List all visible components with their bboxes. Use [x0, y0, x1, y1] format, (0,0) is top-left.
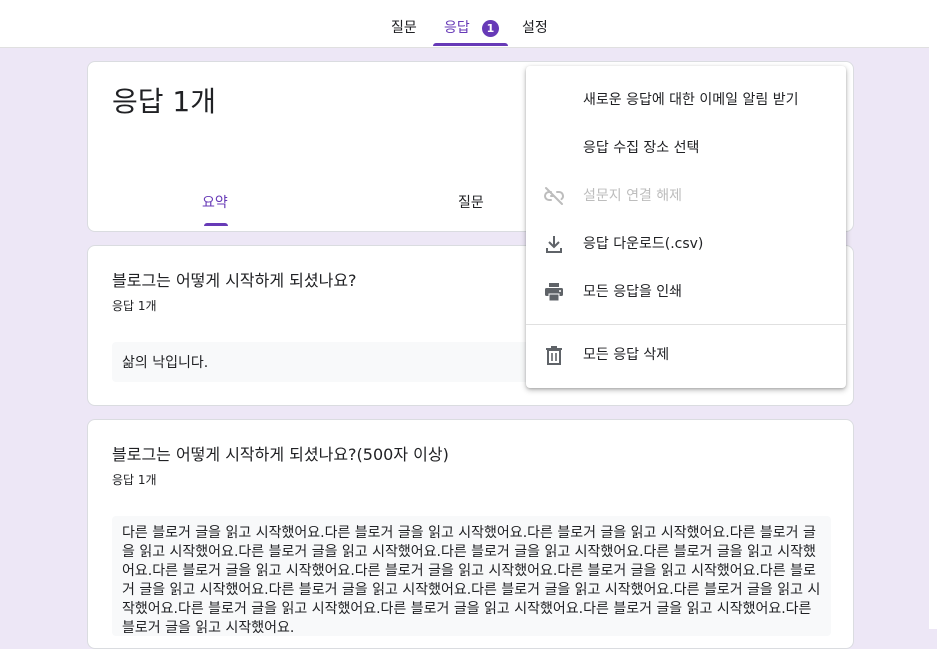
scrollbar-track[interactable] [929, 0, 937, 629]
tab-questions[interactable]: 질문 [391, 0, 417, 47]
menu-item-label: 설문지 연결 해제 [583, 188, 683, 204]
question-title: 블로그는 어떻게 시작하게 되셨나요? [112, 271, 357, 290]
tab-settings[interactable]: 설정 [522, 0, 548, 47]
question-response-count: 응답 1개 [112, 473, 157, 487]
menu-item-select-destination[interactable]: 응답 수집 장소 선택 [526, 124, 846, 172]
answer-text: 다른 블로거 글을 읽고 시작했어요.다른 블로거 글을 읽고 시작했어요.다른… [112, 516, 831, 636]
response-count-badge: 1 [482, 20, 499, 37]
response-count-title: 응답 1개 [112, 85, 216, 118]
question-response-count: 응답 1개 [112, 299, 157, 313]
menu-item-label: 응답 수집 장소 선택 [583, 140, 700, 156]
menu-divider [526, 324, 846, 325]
download-icon [542, 232, 566, 256]
menu-item-unlink-form: 설문지 연결 해제 [526, 172, 846, 220]
menu-item-label: 모든 응답 삭제 [583, 347, 670, 363]
subtab-summary[interactable]: 요약 [202, 192, 228, 212]
menu-item-print-all[interactable]: 모든 응답을 인쇄 [526, 268, 846, 316]
tab-responses[interactable]: 응답 [444, 0, 470, 47]
link-off-icon [542, 184, 566, 208]
question-card: 블로그는 어떻게 시작하게 되셨나요?(500자 이상) 응답 1개 다른 블로… [87, 419, 854, 649]
menu-item-email-notifications[interactable]: 새로운 응답에 대한 이메일 알림 받기 [526, 76, 846, 124]
answer-text: 삶의 낙입니다. [112, 342, 532, 382]
trash-icon [542, 343, 566, 367]
responses-more-menu: 새로운 응답에 대한 이메일 알림 받기 응답 수집 장소 선택 설문지 연결 … [526, 66, 846, 388]
subtab-indicator [204, 223, 228, 226]
question-title: 블로그는 어떻게 시작하게 되셨나요?(500자 이상) [112, 445, 449, 464]
print-icon [542, 280, 566, 304]
menu-item-label: 모든 응답을 인쇄 [583, 284, 683, 300]
menu-item-label: 새로운 응답에 대한 이메일 알림 받기 [583, 92, 799, 108]
top-tab-bar: 질문 응답 1 설정 [0, 0, 929, 48]
menu-item-download-csv[interactable]: 응답 다운로드(.csv) [526, 220, 846, 268]
active-tab-indicator [433, 43, 508, 46]
subtab-question[interactable]: 질문 [458, 192, 484, 212]
menu-item-label: 응답 다운로드(.csv) [583, 236, 704, 252]
menu-item-delete-all[interactable]: 모든 응답 삭제 [526, 331, 846, 379]
